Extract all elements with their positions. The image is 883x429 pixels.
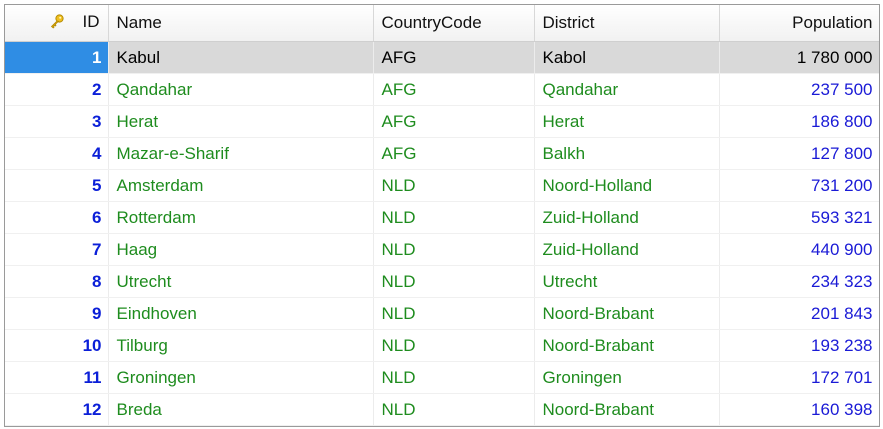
cell-population[interactable]: 160 398 bbox=[719, 393, 879, 426]
cell-name[interactable]: Haag bbox=[108, 233, 374, 266]
cell-id[interactable]: 7 bbox=[5, 233, 109, 266]
cell-district[interactable]: Zuid-Holland bbox=[534, 233, 720, 266]
cell-population[interactable]: 201 843 bbox=[719, 297, 879, 330]
table-row[interactable]: 10 Tilburg NLD Noord-Brabant 193 238 bbox=[5, 329, 879, 362]
column-header-name[interactable]: Name bbox=[108, 5, 374, 42]
cell-name[interactable]: Eindhoven bbox=[108, 297, 374, 330]
cell-name[interactable]: Utrecht bbox=[108, 265, 374, 298]
cell-countrycode[interactable]: NLD bbox=[373, 297, 535, 330]
cell-district[interactable]: Groningen bbox=[534, 361, 720, 394]
cell-district[interactable]: Zuid-Holland bbox=[534, 201, 720, 234]
cell-district[interactable]: Noord-Brabant bbox=[534, 329, 720, 362]
cell-countrycode[interactable]: NLD bbox=[373, 393, 535, 426]
cell-countrycode[interactable]: AFG bbox=[373, 105, 535, 138]
cell-population[interactable]: 440 900 bbox=[719, 233, 879, 266]
cell-name[interactable]: Amsterdam bbox=[108, 169, 374, 202]
cell-id[interactable]: 2 bbox=[5, 73, 109, 106]
cell-id[interactable]: 8 bbox=[5, 265, 109, 298]
cell-district[interactable]: Noord-Brabant bbox=[534, 393, 720, 426]
cell-id[interactable]: 4 bbox=[5, 137, 109, 170]
cell-population[interactable]: 127 800 bbox=[719, 137, 879, 170]
cell-id[interactable]: 3 bbox=[5, 105, 109, 138]
cell-id[interactable]: 11 bbox=[5, 361, 109, 394]
cell-countrycode[interactable]: NLD bbox=[373, 233, 535, 266]
cell-district[interactable]: Utrecht bbox=[534, 265, 720, 298]
cell-id[interactable]: 6 bbox=[5, 201, 109, 234]
cell-countrycode[interactable]: NLD bbox=[373, 265, 535, 298]
cell-countrycode[interactable]: NLD bbox=[373, 169, 535, 202]
cell-population[interactable]: 237 500 bbox=[719, 73, 879, 106]
cell-district[interactable]: Herat bbox=[534, 105, 720, 138]
cell-population[interactable]: 593 321 bbox=[719, 201, 879, 234]
cell-population[interactable]: 731 200 bbox=[719, 169, 879, 202]
cell-id[interactable]: 12 bbox=[5, 393, 109, 426]
cell-name[interactable]: Kabul bbox=[108, 41, 374, 74]
table-row[interactable]: 8 Utrecht NLD Utrecht 234 323 bbox=[5, 265, 879, 298]
cell-countrycode[interactable]: AFG bbox=[373, 137, 535, 170]
cell-district[interactable]: Kabol bbox=[534, 41, 720, 74]
column-header-id[interactable]: ID bbox=[5, 5, 109, 42]
column-header-id-label: ID bbox=[82, 12, 100, 32]
cell-id[interactable]: 10 bbox=[5, 329, 109, 362]
cell-name[interactable]: Breda bbox=[108, 393, 374, 426]
cell-countrycode[interactable]: NLD bbox=[373, 201, 535, 234]
cell-countrycode[interactable]: NLD bbox=[373, 361, 535, 394]
table-row[interactable]: 4 Mazar-e-Sharif AFG Balkh 127 800 bbox=[5, 137, 879, 170]
column-header-population[interactable]: Population bbox=[719, 5, 879, 42]
cell-name[interactable]: Qandahar bbox=[108, 73, 374, 106]
table-row[interactable]: 5 Amsterdam NLD Noord-Holland 731 200 bbox=[5, 169, 879, 202]
table-row[interactable]: 1 Kabul AFG Kabol 1 780 000 bbox=[5, 41, 879, 74]
cell-district[interactable]: Qandahar bbox=[534, 73, 720, 106]
table-body: 1 Kabul AFG Kabol 1 780 000 2 Qandahar AFG Qanda… bbox=[5, 41, 879, 426]
data-grid[interactable]: ID Name CountryCode District Population … bbox=[4, 4, 880, 427]
table-row[interactable]: 11 Groningen NLD Groningen 172 701 bbox=[5, 361, 879, 394]
cell-name[interactable]: Groningen bbox=[108, 361, 374, 394]
table-row[interactable]: 3 Herat AFG Herat 186 800 bbox=[5, 105, 879, 138]
results-table: ID Name CountryCode District Population … bbox=[5, 5, 879, 426]
table-row[interactable]: 6 Rotterdam NLD Zuid-Holland 593 321 bbox=[5, 201, 879, 234]
cell-district[interactable]: Noord-Holland bbox=[534, 169, 720, 202]
cell-id[interactable]: 5 bbox=[5, 169, 109, 202]
cell-countrycode[interactable]: NLD bbox=[373, 329, 535, 362]
table-row[interactable]: 2 Qandahar AFG Qandahar 237 500 bbox=[5, 73, 879, 106]
column-header-countrycode[interactable]: CountryCode bbox=[373, 5, 535, 42]
cell-name[interactable]: Tilburg bbox=[108, 329, 374, 362]
cell-population[interactable]: 193 238 bbox=[719, 329, 879, 362]
header-row: ID Name CountryCode District Population bbox=[5, 5, 879, 42]
table-row[interactable]: 9 Eindhoven NLD Noord-Brabant 201 843 bbox=[5, 297, 879, 330]
cell-population[interactable]: 1 780 000 bbox=[719, 41, 879, 74]
table-row[interactable]: 12 Breda NLD Noord-Brabant 160 398 bbox=[5, 393, 879, 426]
cell-population[interactable]: 172 701 bbox=[719, 361, 879, 394]
cell-district[interactable]: Noord-Brabant bbox=[534, 297, 720, 330]
column-header-district[interactable]: District bbox=[534, 5, 720, 42]
cell-countrycode[interactable]: AFG bbox=[373, 73, 535, 106]
cell-name[interactable]: Mazar-e-Sharif bbox=[108, 137, 374, 170]
cell-population[interactable]: 186 800 bbox=[719, 105, 879, 138]
cell-population[interactable]: 234 323 bbox=[719, 265, 879, 298]
cell-id[interactable]: 1 bbox=[5, 41, 109, 74]
cell-id[interactable]: 9 bbox=[5, 297, 109, 330]
table-row[interactable]: 7 Haag NLD Zuid-Holland 440 900 bbox=[5, 233, 879, 266]
cell-district[interactable]: Balkh bbox=[534, 137, 720, 170]
cell-name[interactable]: Herat bbox=[108, 105, 374, 138]
cell-name[interactable]: Rotterdam bbox=[108, 201, 374, 234]
key-icon bbox=[49, 13, 65, 34]
cell-countrycode[interactable]: AFG bbox=[373, 41, 535, 74]
